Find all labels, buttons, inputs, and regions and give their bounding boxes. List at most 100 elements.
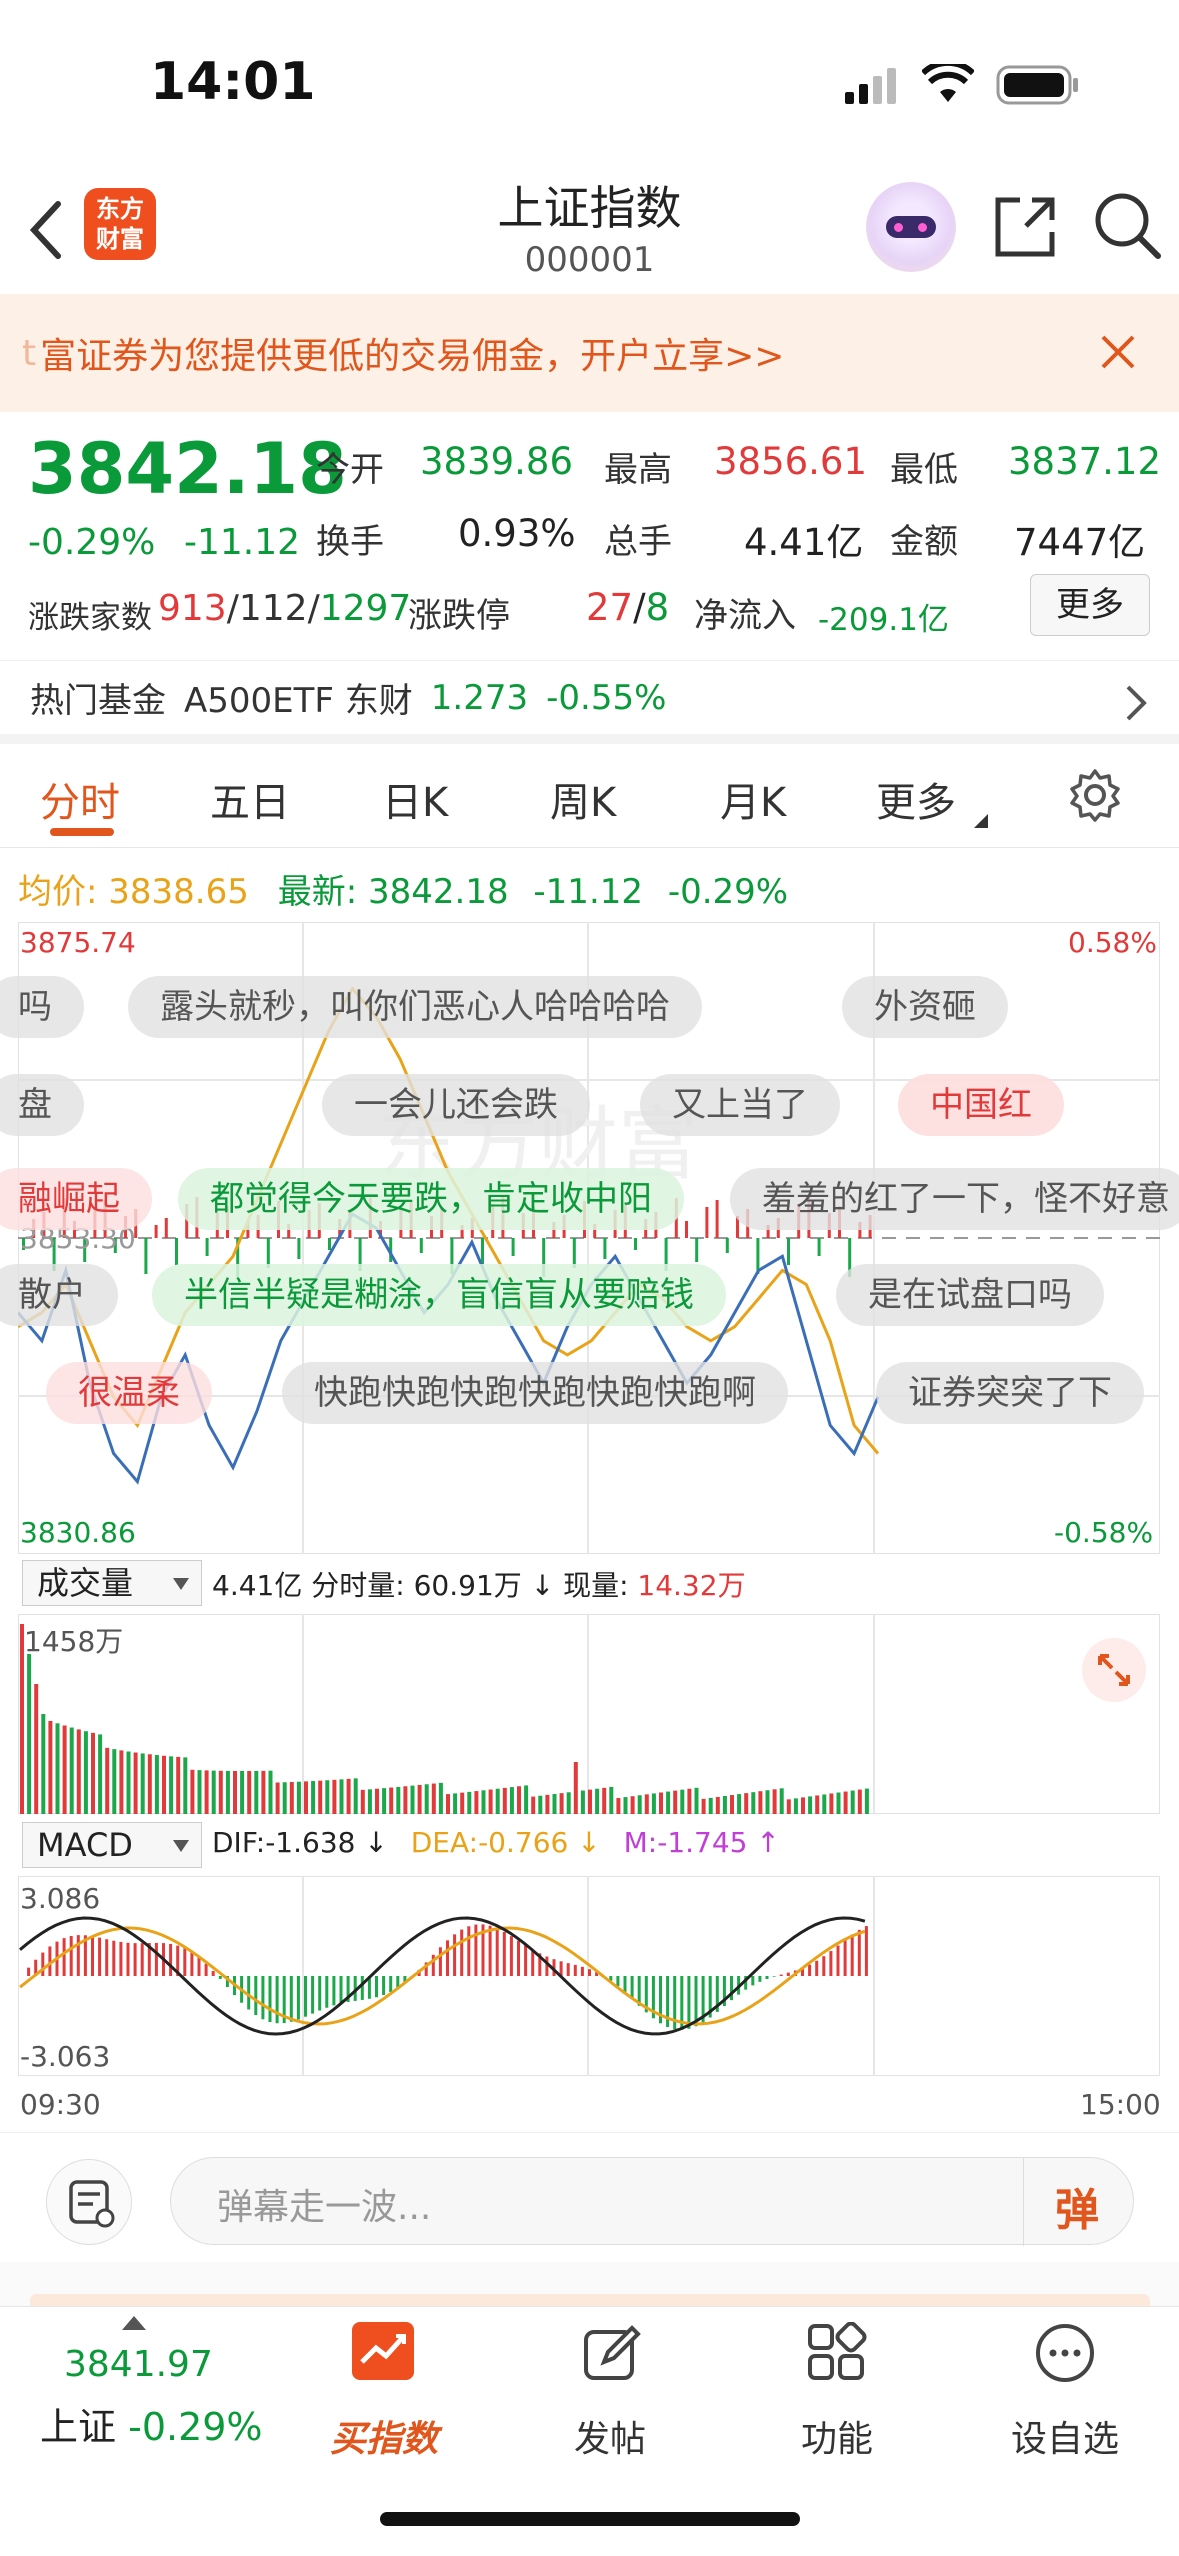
gear-icon[interactable] (1068, 768, 1122, 822)
search-icon[interactable] (1092, 190, 1164, 262)
macd-bar (311, 1976, 315, 2014)
danmu-bubble[interactable]: 羞羞的红了一下，怪不好意 (730, 1168, 1179, 1230)
volume-bar (822, 1794, 827, 1814)
volume-bar (744, 1793, 749, 1814)
volume-bar (339, 1779, 344, 1814)
macd-bar (580, 1966, 584, 1976)
amount-label: 金额 (890, 522, 958, 562)
volume-bar (623, 1797, 628, 1814)
macd-bar (325, 1976, 329, 2008)
macd-bar (41, 1952, 45, 1976)
turnover-label: 换手 (316, 522, 384, 562)
macd-chart[interactable] (18, 1876, 1160, 2076)
danmu-bubble[interactable]: 中国红 (898, 1074, 1064, 1136)
danmu-bubble[interactable]: 半信半疑是糊涂，盲信盲从要赔钱 (152, 1264, 726, 1326)
macd-bar (254, 1976, 258, 2016)
volume-bar (446, 1794, 450, 1814)
index-value[interactable]: 3841.97 (64, 2344, 213, 2385)
volume-bar (34, 1684, 39, 1814)
macd-bar (566, 1963, 570, 1976)
volume-bar (417, 1784, 422, 1814)
volume-bar (225, 1770, 230, 1814)
volume-bar (666, 1791, 671, 1814)
danmu-bubble[interactable]: 一会儿还会跌 (322, 1074, 590, 1136)
send-danmu-button[interactable]: 弹 (1055, 2174, 1099, 2238)
tab-weekly-k[interactable]: 周K (550, 770, 616, 828)
danmu-bubble[interactable]: 都觉得今天要跌，肯定收中阳 (178, 1168, 684, 1230)
volume-bar (211, 1770, 216, 1814)
danmu-bubble[interactable]: 散户 (0, 1264, 118, 1326)
tab-five-day[interactable]: 五日 (210, 770, 290, 828)
flow-bar (144, 1238, 148, 1274)
tab-post[interactable]: 发帖 (510, 2410, 710, 2462)
danmu-bubble[interactable]: 吗 (0, 976, 84, 1038)
expand-icon[interactable] (1082, 1638, 1146, 1702)
volume-bar (651, 1793, 656, 1814)
buy-index-icon[interactable] (352, 2322, 414, 2380)
danmu-input[interactable]: 弹幕走一波... 弹 (170, 2157, 1134, 2246)
macd-bar (140, 1943, 144, 1976)
tab-buy-index[interactable]: 买指数 (284, 2410, 484, 2462)
volume-bar (69, 1727, 74, 1814)
volume-selector[interactable]: 成交量 (22, 1560, 202, 1606)
macd-bar (296, 1976, 300, 2020)
macd-bar (218, 1976, 222, 1979)
danmu-bubble[interactable]: 证券突突了下 (876, 1362, 1144, 1424)
tab-add-watchlist[interactable]: 设自选 (965, 2410, 1165, 2462)
danmu-list-icon[interactable] (46, 2159, 132, 2245)
index-summary[interactable]: 上证 -0.29% (40, 2396, 263, 2451)
volume-bar (254, 1770, 259, 1814)
status-bar: 14:01 (0, 0, 1179, 160)
volume-bar (140, 1753, 145, 1814)
macd-selector[interactable]: MACD (22, 1822, 202, 1868)
macd-bar (275, 1976, 279, 2024)
more-options-icon[interactable] (1034, 2322, 1096, 2384)
macd-bar (808, 1964, 812, 1976)
volume-bar (325, 1780, 330, 1814)
volume-bar (708, 1797, 713, 1814)
danmu-bubble[interactable]: 快跑快跑快跑快跑快跑快跑啊 (282, 1362, 788, 1424)
macd-bar (857, 1929, 861, 1976)
tab-function[interactable]: 功能 (737, 2410, 937, 2462)
danmu-bubble[interactable]: 是在试盘口吗 (836, 1264, 1104, 1326)
volume-bar (403, 1786, 408, 1814)
inflow-label: 净流入 (694, 596, 796, 636)
macd-bar (495, 1928, 499, 1976)
macd-bar (261, 1976, 265, 2020)
robot-avatar-icon[interactable] (866, 182, 956, 272)
up-arrow-icon (122, 2316, 146, 2330)
tab-intraday[interactable]: 分时 (40, 770, 120, 828)
function-icon[interactable] (806, 2322, 868, 2384)
flow-bar (817, 1238, 821, 1256)
close-icon[interactable] (1100, 334, 1136, 370)
macd-bar (545, 1956, 549, 1976)
volume-bar (815, 1795, 820, 1814)
more-button[interactable]: 更多 (1030, 574, 1150, 636)
danmu-bubble[interactable]: 很温柔 (46, 1362, 212, 1424)
danmu-bubble[interactable]: 融崛起 (0, 1168, 152, 1230)
volume-bar (296, 1781, 301, 1814)
promo-banner[interactable]: t 富证券为您提供更低的交易佣金，开户立享>> (0, 294, 1179, 412)
macd-bar (694, 1976, 698, 2027)
danmu-bubble[interactable]: 盘 (0, 1074, 84, 1136)
flow-bar (419, 1238, 423, 1253)
low-label: 最低 (890, 450, 958, 490)
hot-fund-row[interactable]: 热门基金 A500ETF 东财 1.273 -0.55% (0, 660, 1179, 744)
volume-chart[interactable] (18, 1614, 1160, 1814)
danmu-bubble[interactable]: 外资砸 (842, 976, 1008, 1038)
change-pct: -0.29% (28, 522, 156, 563)
macd-bar (183, 1948, 187, 1976)
volume-bar (751, 1792, 756, 1814)
macd-bar (772, 1976, 776, 1977)
macd-bar (375, 1976, 378, 1998)
macd-bar (211, 1970, 215, 1976)
tab-monthly-k[interactable]: 月K (720, 770, 786, 828)
macd-bar (786, 1972, 790, 1976)
tab-daily-k[interactable]: 日K (382, 770, 448, 828)
danmu-bubble[interactable]: 又上当了 (640, 1074, 840, 1136)
danmu-bubble[interactable]: 露头就秒，叫你们恶心人哈哈哈哈 (128, 976, 702, 1038)
nav-bar: 东方 财富 上证指数 000001 (0, 160, 1179, 294)
share-icon[interactable] (990, 192, 1060, 262)
post-icon[interactable] (580, 2322, 642, 2384)
tab-more[interactable]: 更多 (876, 770, 956, 828)
